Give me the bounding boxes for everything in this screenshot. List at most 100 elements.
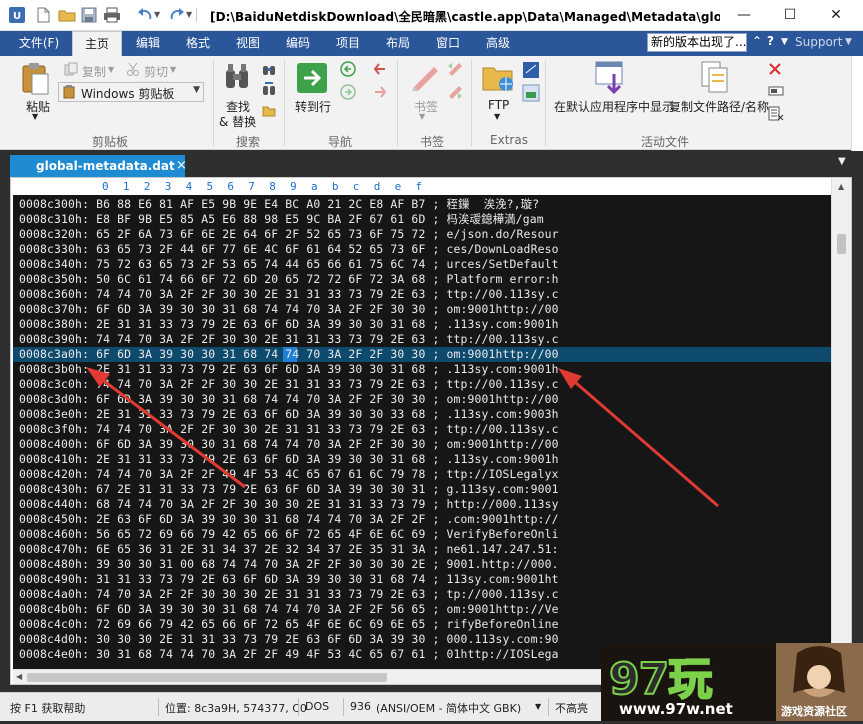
hex-line[interactable]: 0008c460h: 56 65 72 69 66 79 42 65 66 6F…	[19, 527, 559, 542]
replace-in-files-icon[interactable]	[262, 82, 276, 99]
bookmark-dropdown-icon[interactable]: ▼	[419, 112, 425, 121]
hex-line[interactable]: 0008c450h: 2E 63 6F 6D 3A 39 30 30 31 68…	[19, 512, 559, 527]
open-folder-icon[interactable]	[58, 6, 76, 24]
next-change-icon[interactable]	[372, 84, 388, 103]
nav-forward-icon[interactable]	[340, 84, 356, 103]
nav-back-icon[interactable]	[340, 61, 356, 80]
hex-line[interactable]: 0008c410h: 2E 31 31 33 73 79 2E 63 6F 6D…	[19, 452, 559, 467]
bookmark-next-icon[interactable]	[446, 84, 464, 103]
help-dropdown-icon[interactable]: ▼	[781, 37, 788, 47]
hex-line[interactable]: 0008c350h: 50 6C 61 74 66 6F 72 6D 20 65…	[19, 272, 559, 287]
encoding-dropdown-icon[interactable]: ▼	[535, 702, 541, 711]
hex-line[interactable]: 0008c4a0h: 74 70 3A 2F 2F 30 30 30 2E 31…	[19, 587, 559, 602]
cut-dropdown-icon[interactable]: ▼	[170, 65, 176, 74]
document-tab[interactable]: global-metadata.dat ×	[10, 155, 187, 177]
goto-line-button[interactable]: 转到行	[295, 98, 331, 115]
minimize-button[interactable]: —	[721, 0, 767, 30]
binoculars-icon[interactable]	[224, 62, 252, 95]
close-tab-icon[interactable]: ×	[176, 155, 187, 177]
hex-line[interactable]: 0008c440h: 68 74 74 70 3A 2F 2F 30 30 30…	[19, 497, 559, 512]
tab-edit[interactable]: 编辑	[128, 31, 168, 56]
cut-icon[interactable]	[126, 62, 140, 79]
copy-dropdown-icon[interactable]: ▼	[108, 65, 114, 74]
status-line-ending[interactable]: DOS	[305, 700, 329, 713]
hex-line[interactable]: 0008c480h: 39 30 30 31 00 68 74 74 70 3A…	[19, 557, 559, 572]
bookmark-icon[interactable]	[410, 61, 440, 96]
hex-line[interactable]: 0008c330h: 63 65 73 2F 44 6F 77 6E 4C 6F…	[19, 242, 559, 257]
vertical-scroll-thumb[interactable]	[837, 234, 846, 254]
app-icon[interactable]: U	[8, 6, 26, 24]
print-icon[interactable]	[103, 6, 121, 24]
new-version-notice[interactable]: 新的版本出现了...	[647, 33, 747, 52]
paste-dropdown-icon[interactable]: ▼	[32, 112, 38, 121]
maximize-button[interactable]: ☐	[767, 0, 813, 30]
tab-format[interactable]: 格式	[178, 31, 218, 56]
bookmark-button[interactable]: 书签	[414, 98, 438, 115]
hex-view[interactable]: 0008c300h: B6 88 E6 81 AF E5 9B 9E E4 BC…	[13, 195, 831, 669]
hex-line[interactable]: 0008c390h: 74 74 70 3A 2F 2F 30 30 2E 31…	[19, 332, 559, 347]
file-properties-icon[interactable]	[768, 84, 784, 101]
ftp-browser-icon[interactable]	[522, 61, 540, 82]
hex-line[interactable]: 0008c400h: 6F 6D 3A 39 30 30 31 68 74 74…	[19, 437, 559, 452]
open-default-app-button[interactable]: 在默认应用程序中显示	[554, 98, 674, 115]
hex-line[interactable]: 0008c300h: B6 88 E6 81 AF E5 9B 9E E4 BC…	[19, 197, 539, 212]
hex-line[interactable]: 0008c3e0h: 2E 31 31 33 73 79 2E 63 6F 6D…	[19, 407, 559, 422]
find-folder-icon[interactable]	[262, 104, 276, 121]
help-icon[interactable]: ?	[767, 34, 774, 48]
scroll-up-icon[interactable]: ▲	[838, 182, 844, 191]
new-file-icon[interactable]	[34, 6, 52, 24]
redo-icon[interactable]	[168, 6, 186, 24]
cut-button[interactable]: 剪切	[144, 63, 168, 80]
hex-line[interactable]: 0008c3a0h: 6F 6D 3A 39 30 30 31 68 74 74…	[19, 347, 559, 362]
hex-line[interactable]: 0008c3c0h: 74 74 70 3A 2F 2F 30 30 2E 31…	[19, 377, 559, 392]
hex-line[interactable]: 0008c4c0h: 72 69 66 79 42 65 66 6F 72 65…	[19, 617, 559, 632]
tab-file[interactable]: 文件(F)	[12, 31, 66, 56]
open-default-app-icon[interactable]	[594, 60, 628, 97]
redo-dropdown-icon[interactable]: ▼	[186, 6, 204, 24]
hex-line[interactable]: 0008c490h: 31 31 33 73 79 2E 63 6F 6D 3A…	[19, 572, 559, 587]
copy-path-button[interactable]: 复制文件路径/名称	[669, 98, 769, 115]
ftp-button[interactable]: FTP	[488, 98, 509, 112]
hex-line[interactable]: 0008c430h: 67 2E 31 31 33 73 79 2E 63 6F…	[19, 482, 559, 497]
file-list-icon[interactable]	[768, 106, 784, 125]
hex-line[interactable]: 0008c380h: 2E 31 31 33 73 79 2E 63 6F 6D…	[19, 317, 559, 332]
find-in-files-icon[interactable]	[262, 62, 276, 79]
tab-advanced[interactable]: 高级	[478, 31, 518, 56]
hex-line[interactable]: 0008c4d0h: 30 30 30 2E 31 31 33 73 79 2E…	[19, 632, 559, 647]
tab-window[interactable]: 窗口	[428, 31, 468, 56]
ftp-dropdown-icon[interactable]: ▼	[494, 112, 500, 121]
hex-line[interactable]: 0008c360h: 74 74 70 3A 2F 2F 30 30 2E 31…	[19, 287, 559, 302]
support-dropdown-icon[interactable]: ▼	[845, 37, 852, 47]
horizontal-scroll-thumb[interactable]	[27, 673, 387, 682]
save-icon[interactable]	[80, 6, 98, 24]
tab-view[interactable]: 视图	[228, 31, 268, 56]
undo-icon[interactable]	[136, 6, 154, 24]
ftp-save-icon[interactable]	[522, 84, 540, 105]
hex-line[interactable]: 0008c3f0h: 74 74 70 3A 2F 2F 30 30 2E 31…	[19, 422, 559, 437]
hex-line[interactable]: 0008c4e0h: 30 31 68 74 74 70 3A 2F 2F 49…	[19, 647, 559, 662]
vertical-scrollbar[interactable]: ▲ ▼	[831, 178, 851, 669]
tab-layout[interactable]: 布局	[378, 31, 418, 56]
collapse-ribbon-icon[interactable]: ⌃	[752, 34, 762, 48]
hex-line[interactable]: 0008c320h: 65 2F 6A 73 6F 6E 2E 64 6F 2F…	[19, 227, 559, 242]
status-codepage[interactable]: 936	[350, 700, 371, 713]
hex-line[interactable]: 0008c370h: 6F 6D 3A 39 30 30 31 68 74 74…	[19, 302, 559, 317]
tab-home[interactable]: 主页	[72, 31, 122, 57]
replace-button[interactable]: & 替换	[219, 113, 256, 130]
support-menu[interactable]: Support	[795, 35, 842, 49]
status-highlight[interactable]: 不高亮	[555, 700, 588, 716]
close-file-icon[interactable]	[768, 62, 782, 79]
copy-button[interactable]: 复制	[82, 63, 106, 80]
prev-change-icon[interactable]	[372, 61, 388, 80]
scroll-left-icon[interactable]: ◀	[16, 672, 22, 681]
tab-project[interactable]: 项目	[328, 31, 368, 56]
goto-line-icon[interactable]	[296, 62, 328, 97]
copy-path-icon[interactable]	[700, 60, 730, 97]
hex-line[interactable]: 0008c4b0h: 6F 6D 3A 39 30 30 31 68 74 74…	[19, 602, 559, 617]
copy-icon[interactable]	[64, 62, 78, 79]
hex-line[interactable]: 0008c310h: E8 BF 9B E5 85 A5 E6 88 98 E5…	[19, 212, 544, 227]
hex-line[interactable]: 0008c340h: 75 72 63 65 73 2F 53 65 74 44…	[19, 257, 559, 272]
tab-list-dropdown-icon[interactable]: ▼	[838, 156, 846, 167]
hex-line[interactable]: 0008c3d0h: 6F 6D 3A 39 30 30 31 68 74 74…	[19, 392, 559, 407]
tab-encoding[interactable]: 编码	[278, 31, 318, 56]
